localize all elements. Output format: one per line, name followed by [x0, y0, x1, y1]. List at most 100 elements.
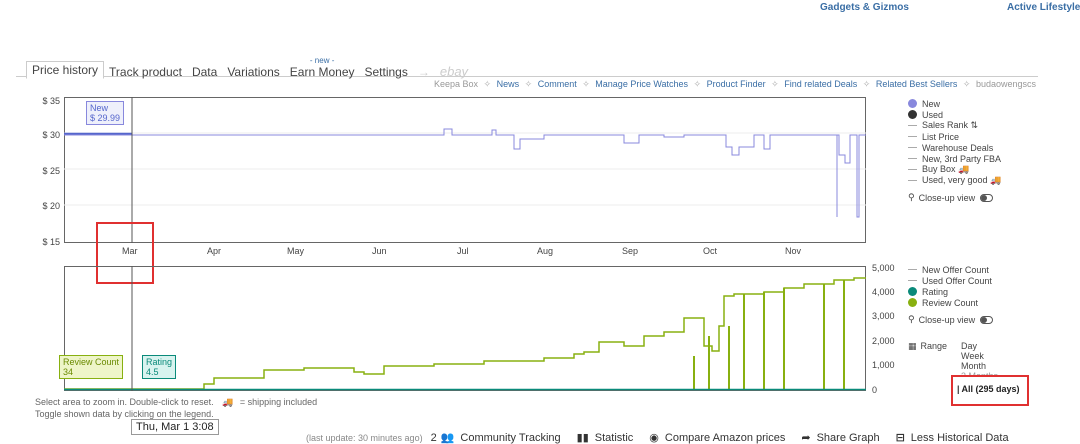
- price-chart-frame: [64, 97, 866, 243]
- legend-new[interactable]: New: [908, 98, 1001, 109]
- help-text-b: = shipping included: [239, 397, 318, 407]
- count-y-tick: 1,000: [872, 360, 895, 370]
- tab-track-product[interactable]: Track product: [104, 65, 187, 79]
- legend-list-price[interactable]: List Price: [908, 131, 1001, 142]
- price-chart[interactable]: [64, 97, 866, 243]
- legend-label: Used: [922, 109, 944, 120]
- last-update: (last update: 30 minutes ago): [306, 432, 423, 443]
- review-count-line: [64, 277, 866, 390]
- price-x-tick: Oct: [703, 246, 718, 256]
- closeup-label: Close-up view: [918, 192, 976, 203]
- price-x-tick: Aug: [537, 246, 554, 256]
- link-user[interactable]: budaowengscs: [976, 79, 1036, 89]
- users-icon: 👥: [440, 432, 455, 444]
- search-icon: ⚲: [908, 314, 915, 324]
- link-find-related-deals[interactable]: Find related Deals: [784, 79, 857, 89]
- price-y-tick: $ 30: [42, 130, 60, 140]
- share-graph-button[interactable]: ➦ Share Graph: [801, 431, 879, 444]
- legend-label: Used Offer Count: [922, 275, 992, 286]
- legend-label: New, 3rd Party FBA: [922, 153, 1002, 164]
- closeup-toggle-count[interactable]: ⚲ Close-up view: [908, 314, 994, 325]
- tab-earn-money[interactable]: - new - Earn Money: [285, 56, 360, 79]
- legend-fba[interactable]: New, 3rd Party FBA: [908, 153, 1001, 164]
- help-text-a: Select area to zoom in. Double-click to …: [35, 397, 214, 407]
- separator-icon: ✧: [771, 79, 779, 89]
- globe-icon: ◉: [649, 432, 659, 444]
- legend-label: Used, very good 🚚: [922, 175, 1002, 185]
- new-flag: - new -: [309, 56, 335, 65]
- count-y-tick: 2,000: [872, 336, 895, 346]
- dot-icon: [908, 110, 917, 119]
- dash-icon: [908, 125, 917, 126]
- dash-icon: [908, 180, 917, 181]
- link-manage-price-watches[interactable]: Manage Price Watches: [595, 79, 688, 89]
- range-label: Range: [920, 341, 948, 351]
- tooltip-value: 34: [63, 367, 74, 377]
- compare-prices-button[interactable]: ◉ Compare Amazon prices: [649, 431, 785, 444]
- link-news[interactable]: News: [497, 79, 520, 89]
- tab-variations[interactable]: Variations: [222, 65, 284, 79]
- legend-label: New: [922, 98, 941, 109]
- separator-icon: ✧: [693, 79, 702, 89]
- toggle-icon: [980, 193, 994, 202]
- legend-used[interactable]: Used: [908, 109, 1001, 120]
- count-chart[interactable]: [64, 266, 866, 391]
- link-product-finder[interactable]: Product Finder: [707, 79, 766, 89]
- community-tracking-button[interactable]: 2 👥 Community Tracking: [431, 431, 561, 444]
- legend-review-count[interactable]: Review Count: [908, 297, 993, 308]
- help-line-2: Toggle shown data by clicking on the leg…: [35, 409, 214, 419]
- legend-label: Sales Rank ⇅: [922, 120, 979, 130]
- share-icon: ➦: [801, 432, 811, 444]
- dot-icon: [908, 298, 917, 307]
- price-y-tick: $ 15: [42, 237, 60, 247]
- separator-icon: ✧: [524, 79, 533, 89]
- legend-rating[interactable]: Rating: [908, 286, 993, 297]
- toggle-icon: [980, 315, 994, 324]
- less-historical-data-button[interactable]: ⊟ Less Historical Data: [896, 431, 1009, 444]
- separator-icon: ✧: [483, 79, 492, 89]
- legend-warehouse-deals[interactable]: Warehouse Deals: [908, 142, 1001, 153]
- tooltip-label: Review Count: [63, 357, 120, 367]
- legend-new-offer-count[interactable]: New Offer Count: [908, 264, 993, 275]
- dash-icon: [908, 136, 917, 137]
- range-option-month[interactable]: Month: [961, 361, 998, 371]
- calendar-icon: ▦: [908, 341, 917, 351]
- range-option-day[interactable]: Day: [961, 341, 998, 351]
- top-category-active-lifestyle[interactable]: Active Lifestyle: [1007, 2, 1080, 13]
- legend-sales-rank[interactable]: Sales Rank ⇅: [908, 120, 1001, 131]
- closeup-toggle-price[interactable]: ⚲ Close-up view: [908, 192, 1001, 203]
- closeup-label: Close-up view: [918, 314, 976, 325]
- legend-used-very-good[interactable]: Used, very good 🚚: [908, 175, 1001, 186]
- legend-buy-box[interactable]: Buy Box 🚚: [908, 164, 1001, 175]
- price-legend: New Used Sales Rank ⇅ List Price Warehou…: [908, 98, 1001, 203]
- link-keepa-box[interactable]: Keepa Box: [434, 79, 478, 89]
- count-legend: New Offer Count Used Offer Count Rating …: [908, 264, 994, 325]
- truck-icon: 🚚: [222, 397, 234, 407]
- dot-icon: [908, 287, 917, 296]
- legend-label: List Price: [922, 131, 960, 142]
- separator-icon: ✧: [962, 79, 971, 89]
- new-price-tooltip: New $ 29.99: [86, 101, 125, 125]
- dash-icon: [908, 158, 917, 159]
- tab-price-history[interactable]: Price history: [26, 61, 105, 79]
- link-related-best-sellers[interactable]: Related Best Sellers: [876, 79, 958, 89]
- separator-icon: ✧: [582, 79, 590, 89]
- legend-used-offer-count[interactable]: Used Offer Count: [908, 275, 993, 286]
- minus-square-icon: ⊟: [895, 432, 905, 444]
- statistic-button[interactable]: ▮▮ Statistic: [577, 431, 634, 444]
- tab-earn-money-label: Earn Money: [289, 65, 355, 79]
- top-category-gadgets[interactable]: Gadgets & Gizmos: [820, 2, 909, 13]
- separator-icon: ✧: [862, 79, 871, 89]
- tab-data[interactable]: Data: [187, 65, 222, 79]
- review-count-tooltip: Review Count 34: [59, 355, 124, 379]
- tooltip-value: 4.5: [146, 367, 159, 377]
- tab-ebay[interactable]: ebay: [435, 64, 473, 79]
- tab-settings[interactable]: Settings: [360, 65, 413, 79]
- tooltip-label: Rating: [146, 357, 173, 367]
- range-option-all[interactable]: | All (295 days): [957, 384, 1020, 394]
- range-option-week[interactable]: Week: [961, 351, 998, 361]
- legend-label: Buy Box 🚚: [922, 164, 970, 174]
- link-comment[interactable]: Comment: [538, 79, 577, 89]
- range-selected-label: All (295 days): [961, 384, 1020, 394]
- price-x-tick: Jun: [372, 246, 387, 256]
